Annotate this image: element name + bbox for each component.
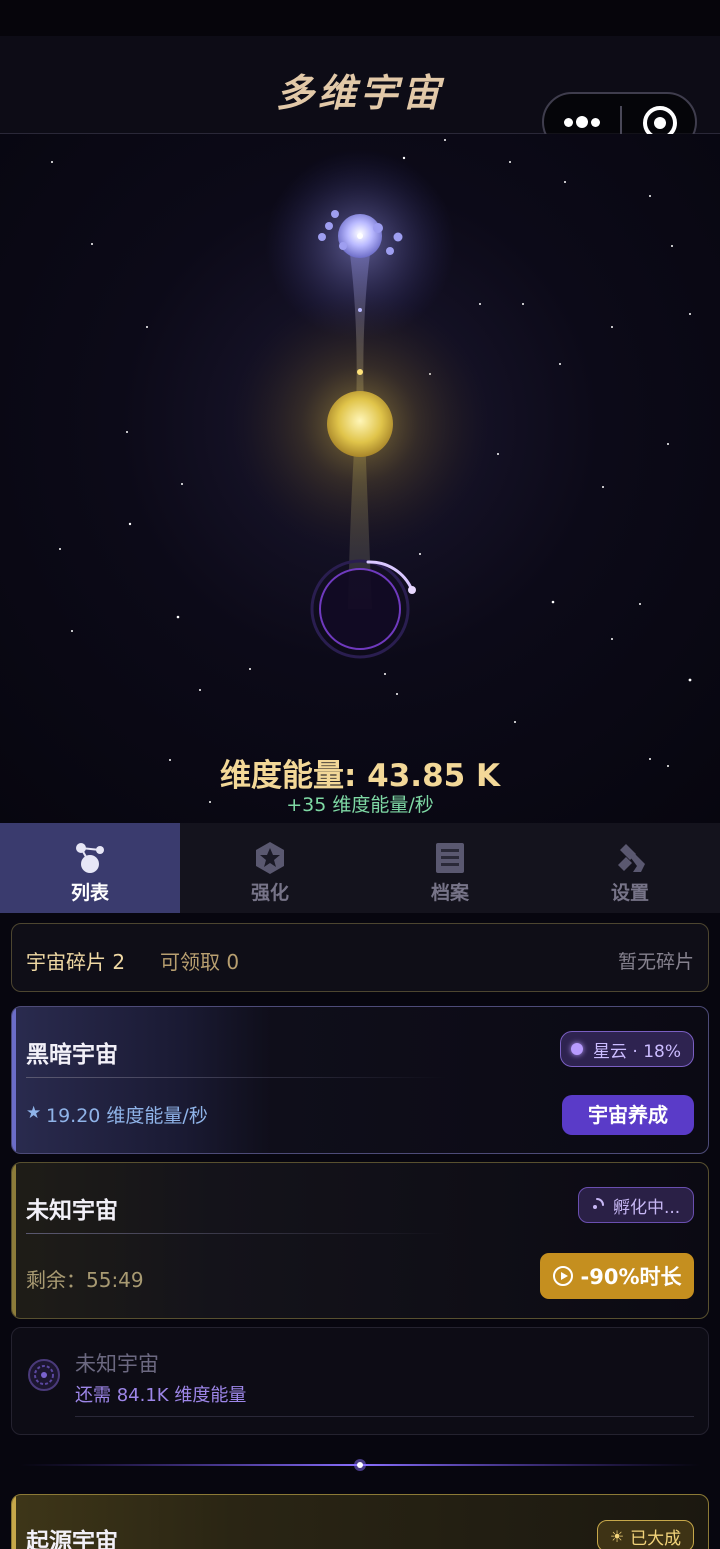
archive-icon [436, 843, 464, 873]
universe-card-dark[interactable]: 黑暗宇宙 星云 · 18% ★ 19.20 维度能量/秒 宇宙养成 [11, 1006, 709, 1154]
tab-enhance[interactable]: 强化 [180, 823, 360, 913]
speed-up-label: -90%时长 [580, 1265, 682, 1289]
tab-settings-label: 设置 [610, 882, 649, 904]
card-accent [12, 1007, 16, 1153]
nebula-dot-icon [571, 1043, 583, 1055]
completed-badge: ☀ 已大成 [597, 1520, 694, 1549]
universe-card-locked[interactable]: 未知宇宙 还需 84.1K 维度能量 [11, 1327, 709, 1435]
universe-name: 起源宇宙 [26, 1529, 118, 1549]
universe-list-icon [76, 843, 104, 873]
tab-archive[interactable]: 档案 [360, 823, 540, 913]
universe-name: 黑暗宇宙 [26, 1042, 118, 1068]
dimension-energy-rate: +35 维度能量/秒 [286, 794, 434, 816]
unlock-requirement: 还需 84.1K 维度能量 [75, 1385, 247, 1406]
card-accent [12, 1163, 16, 1318]
sun-icon: ☀ [609, 1526, 625, 1546]
shard-status: 暂无碎片 [617, 951, 694, 973]
tab-list[interactable]: 列表 [0, 823, 180, 913]
app-header: 多维宇宙 [0, 36, 720, 152]
dark-universe-portal[interactable] [310, 559, 416, 659]
card-divider [75, 1416, 694, 1417]
speed-up-button[interactable]: -90%时长 [540, 1253, 694, 1299]
universe-name: 未知宇宙 [26, 1198, 118, 1224]
cultivate-button[interactable]: 宇宙养成 [562, 1095, 694, 1135]
tools-icon [618, 844, 645, 872]
golden-universe-orb[interactable] [327, 391, 393, 457]
incubating-badge-text: 孵化中... [613, 1197, 681, 1218]
spinner-icon [593, 1198, 604, 1209]
stage-badge: 星云 · 18% [560, 1031, 694, 1067]
incubating-badge: 孵化中... [578, 1187, 694, 1223]
star-icon: ★ [26, 1103, 42, 1123]
card-accent [12, 1495, 16, 1549]
cosmic-shards-panel: 宇宙碎片 2 可领取 0 暂无碎片 [11, 923, 709, 992]
universe-visualization: 维度能量: 43.85 K +35 维度能量/秒 [0, 134, 720, 823]
card-divider [26, 1233, 446, 1234]
universe-card-incubating[interactable]: 未知宇宙 孵化中... 剩余：55:49 -90%时长 [11, 1162, 709, 1319]
locked-universe-icon [28, 1359, 60, 1391]
remaining-time: 剩余：55:49 [26, 1268, 144, 1292]
universe-energy-rate: 19.20 维度能量/秒 [46, 1105, 208, 1127]
completed-badge-text: 已大成 [630, 1528, 682, 1549]
dimension-energy-total: 维度能量: 43.85 K [219, 758, 501, 794]
tab-list-label: 列表 [70, 882, 109, 904]
play-circle-icon [552, 1266, 573, 1286]
star-badge-icon [256, 842, 284, 874]
locked-universe-name: 未知宇宙 [75, 1352, 159, 1376]
universe-card-origin[interactable]: 起源宇宙 ☀ 已大成 [11, 1494, 709, 1549]
main-tabbar: 列表 强化 档案 设置 [0, 823, 720, 913]
card-divider [26, 1077, 446, 1078]
status-bar [0, 0, 720, 36]
stage-badge-text: 星云 · 18% [593, 1041, 681, 1062]
tab-settings[interactable]: 设置 [540, 823, 720, 913]
tab-enhance-label: 强化 [250, 882, 289, 904]
shard-claimable: 可领取 0 [160, 950, 240, 974]
universe-scene [51, 139, 692, 803]
section-divider [20, 1459, 700, 1471]
tab-archive-label: 档案 [430, 882, 469, 904]
more-dots-icon[interactable] [564, 114, 600, 130]
shard-count: 宇宙碎片 2 [26, 950, 126, 974]
